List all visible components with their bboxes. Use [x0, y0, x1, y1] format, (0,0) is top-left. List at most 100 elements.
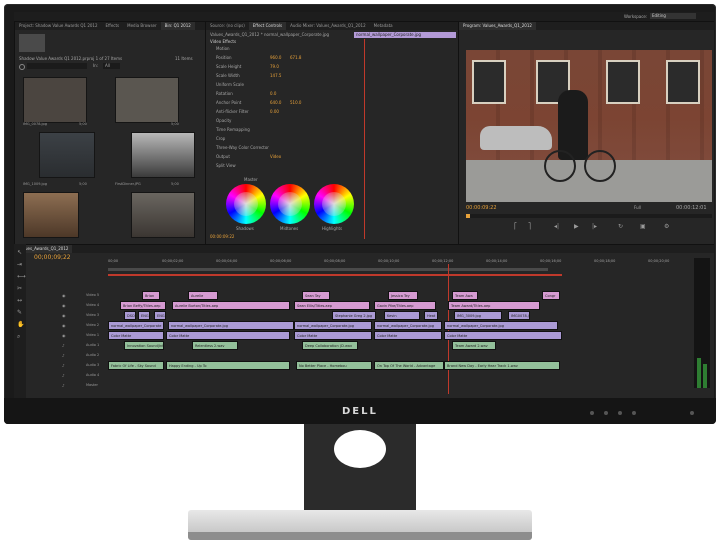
timeline-clip[interactable]: Jessica Tey [388, 291, 418, 300]
timeline-timecode[interactable]: 00;00;09;22 [34, 255, 71, 261]
timeline-clip[interactable]: Brian Beffy/Titles.aep [120, 301, 166, 310]
effect-row[interactable]: Crop [216, 136, 356, 142]
timeline-clip[interactable]: Team Award 2.wav [452, 341, 496, 350]
effect-row[interactable]: Position 960.0 671.8 [216, 55, 356, 61]
timeline-clip[interactable]: No Better Place - Homebou [296, 361, 372, 370]
fit-select[interactable]: Full [634, 205, 641, 211]
timeline-clip[interactable]: Relentless 2.wav [192, 341, 238, 350]
timeline-clip[interactable]: normal_wallpaper_Corporate [108, 321, 164, 330]
eye-icon[interactable]: ◉ [62, 323, 66, 329]
pen-tool-icon[interactable]: ✎ [17, 310, 22, 316]
effect-row[interactable]: Uniform Scale [216, 82, 356, 88]
workspace-select[interactable]: Editing [650, 13, 696, 19]
timeline-clip[interactable]: Congr [542, 291, 560, 300]
slip-tool-icon[interactable]: ↔ [17, 298, 22, 304]
timeline-clip[interactable]: IMG0078.jpg [508, 311, 530, 320]
clip-thumbnail[interactable] [23, 192, 79, 238]
effect-row[interactable]: Anchor Point 640.0 510.0 [216, 100, 356, 106]
clip-thumbnail[interactable] [23, 77, 87, 123]
timeline-clip[interactable]: normal_wallpaper_Corporate.jpg [168, 321, 294, 330]
effect-row[interactable]: Time Remapping [216, 127, 356, 133]
clip-bar[interactable]: normal_wallpaper_Corporate.jpg [354, 32, 456, 38]
timeline-clip[interactable]: Stephanie Greg 2.jpg [332, 311, 376, 320]
clip-thumbnail[interactable] [131, 132, 195, 178]
timeline-clip[interactable]: normal_wallpaper_Corporate.jpg [374, 321, 442, 330]
effect-value[interactable]: Video [270, 154, 281, 160]
effect-row[interactable]: Anti-flicker Filter 0.00 [216, 109, 356, 115]
tab-bin[interactable]: Bin: Q1 2012 [160, 22, 195, 30]
tab-metadata[interactable]: Metadata [370, 22, 397, 30]
effect-row[interactable]: Rotation 0.0 [216, 91, 356, 97]
loop-icon[interactable]: ↻ [618, 224, 623, 230]
eye-icon[interactable]: ◉ [62, 303, 66, 309]
effect-row[interactable]: Three-Way Color Corrector [216, 145, 356, 151]
monitor-button[interactable] [590, 411, 594, 415]
search-icon[interactable] [19, 64, 25, 70]
timeline-clip[interactable]: Happy Ending - Up To [166, 361, 290, 370]
effect-row[interactable]: Scale Height 79.0 [216, 64, 356, 70]
eye-icon[interactable]: ◉ [62, 333, 66, 339]
timeline-clip[interactable]: DSC00 [124, 311, 136, 320]
timeline-clip[interactable]: Brian [142, 291, 160, 300]
program-timecode[interactable]: 00:00:09:22 [466, 205, 497, 211]
timeline-clip[interactable]: Color Matte [108, 331, 164, 340]
timeline-clip[interactable]: ENG [154, 311, 166, 320]
effect-row[interactable]: Split View [216, 163, 356, 169]
eye-icon[interactable]: ◉ [62, 313, 66, 319]
timeline-clip[interactable]: Color Matte [374, 331, 442, 340]
timeline-clip[interactable]: Color Matte [294, 331, 372, 340]
timeline-clip[interactable]: Team Award/Titles.aep [448, 301, 540, 310]
timeline-clip[interactable]: Innovation Sound(Inter [124, 341, 164, 350]
timeline-clip[interactable]: Gavin Pike/Titles.aep [374, 301, 436, 310]
timeline-clip[interactable]: Sean Tay [302, 291, 330, 300]
clip-thumbnail[interactable] [115, 77, 179, 123]
clip-thumbnail[interactable] [39, 132, 95, 178]
effect-row[interactable]: Opacity [216, 118, 356, 124]
effect-value[interactable]: 0.00 [270, 109, 279, 115]
timeline-clip[interactable]: Color Matte [444, 331, 562, 340]
export-frame-icon[interactable]: ▣ [640, 224, 646, 230]
hand-tool-icon[interactable]: ✋ [17, 322, 24, 328]
program-scrubber[interactable] [466, 214, 712, 218]
effect-row[interactable]: Motion [216, 46, 356, 52]
effect-row[interactable]: Scale Width 147.5 [216, 73, 356, 79]
effect-controls-timecode[interactable]: 00:00:09:22 [210, 234, 234, 240]
highlights-color-wheel[interactable] [314, 184, 354, 224]
timeline-clip[interactable]: Team Awa [452, 291, 478, 300]
monitor-button[interactable] [632, 411, 636, 415]
selection-tool-icon[interactable]: ↖ [17, 250, 22, 256]
timeline-clip[interactable]: Deep Collaboration (D.wav [302, 341, 358, 350]
power-button[interactable] [690, 411, 694, 415]
timeline-clip[interactable]: Sean Ellis/Titles.aep [294, 301, 370, 310]
tab-source[interactable]: Source: (no clips) [206, 22, 249, 30]
timeline-clip[interactable]: Fabric Of Life - Sky Sound [108, 361, 164, 370]
effect-value[interactable]: 147.5 [270, 73, 281, 79]
timeline-clip[interactable]: Color Matte [166, 331, 290, 340]
in-select[interactable]: All [103, 63, 120, 69]
mark-in-icon[interactable]: ⎡ [514, 224, 517, 230]
step-forward-icon[interactable]: |▸ [592, 224, 597, 230]
play-icon[interactable]: ▶ [574, 224, 579, 230]
tab-project[interactable]: Project: Shadow Value Awards Q1 2012 [15, 22, 102, 30]
timeline-clip[interactable]: normal_wallpaper_Corporate.jpg [444, 321, 558, 330]
timeline-clip[interactable]: Aurelie Burton/Titles.aep [172, 301, 290, 310]
speaker-icon[interactable]: ♪ [62, 343, 65, 349]
tab-effects[interactable]: Effects [102, 22, 124, 30]
effect-value[interactable]: 640.0 [270, 100, 281, 106]
speaker-icon[interactable]: ♪ [62, 373, 65, 379]
timeline-clip[interactable]: Aurelie [188, 291, 218, 300]
speaker-icon[interactable]: ♪ [62, 353, 65, 359]
tab-program[interactable]: Program: Values_Awards_Q1_2012 [459, 22, 536, 30]
timeline-clip[interactable]: IMG_3009.jpg [454, 311, 502, 320]
midtones-color-wheel[interactable] [270, 184, 310, 224]
effect-value[interactable]: 0.0 [270, 91, 276, 97]
timeline-clip[interactable]: Heat [424, 311, 438, 320]
effect-value[interactable]: 671.8 [290, 55, 301, 61]
monitor-button[interactable] [604, 411, 608, 415]
speaker-icon[interactable]: ♪ [62, 383, 65, 389]
timeline-clip[interactable]: Brand New Day - Early Hear Track 1.wav [444, 361, 560, 370]
razor-tool-icon[interactable]: ✂ [17, 286, 22, 292]
speaker-icon[interactable]: ♪ [62, 363, 65, 369]
timeline-clip[interactable]: On Top Of The World - Advantage [374, 361, 444, 370]
timeline-clip[interactable]: Kevin [384, 311, 420, 320]
